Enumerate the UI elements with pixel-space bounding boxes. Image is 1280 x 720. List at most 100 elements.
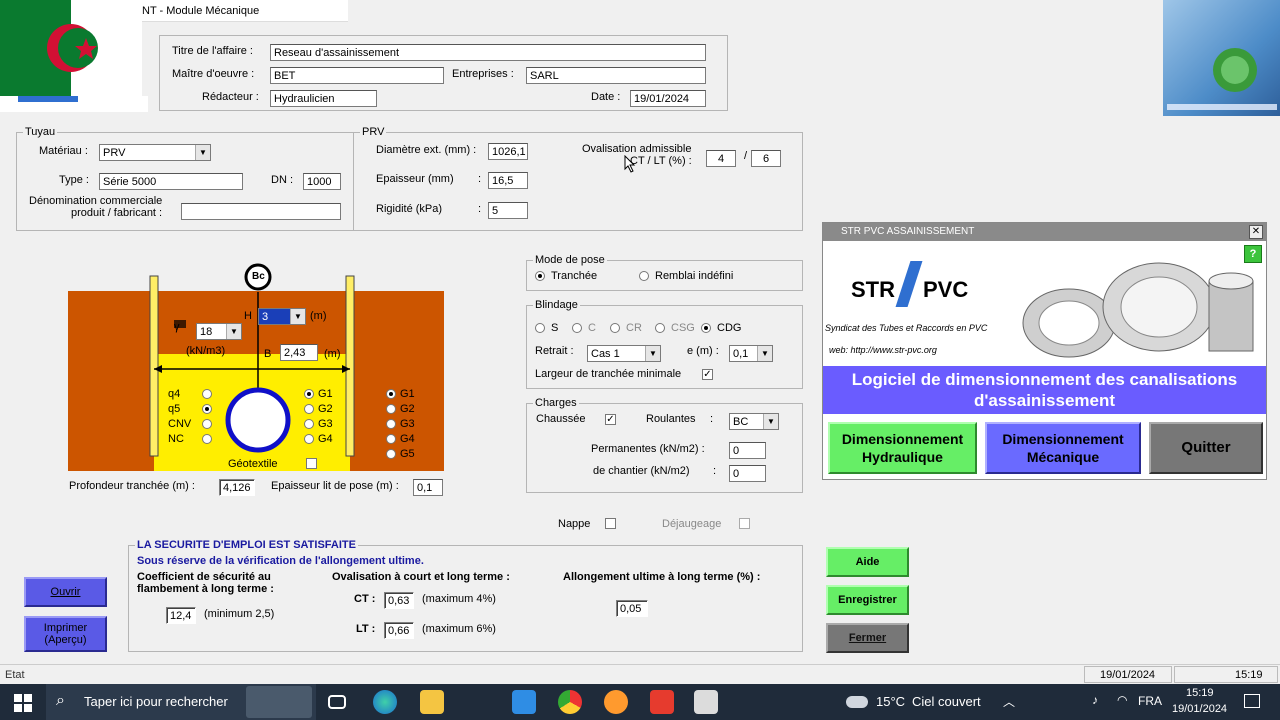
mail-icon[interactable] [512, 690, 536, 714]
radio-mid-g4[interactable] [304, 434, 314, 444]
chaussee-checkbox[interactable]: ✓ [605, 414, 616, 425]
radio-cdg[interactable] [701, 323, 711, 333]
taskbar-time[interactable]: 15:19 [1186, 687, 1214, 699]
option-cdg[interactable]: CDG [701, 322, 745, 336]
radio-nc[interactable] [202, 434, 212, 444]
permanentes-field[interactable]: 0 [729, 442, 766, 459]
chantier-field[interactable]: 0 [729, 465, 766, 482]
chrome-icon[interactable] [558, 690, 582, 714]
option-mid-g4[interactable]: G4 [304, 433, 338, 447]
e-select[interactable]: 0,1 ▼ [729, 345, 773, 362]
dimensionnement-hydraulique-button[interactable]: Dimensionnement Hydraulique [828, 422, 977, 474]
type-field[interactable]: Série 5000 [99, 173, 243, 190]
network-icon[interactable]: ◠ [1117, 693, 1127, 707]
option-q4[interactable]: q4 [168, 388, 214, 402]
chevron-down-icon[interactable]: ▼ [763, 414, 778, 429]
nappe-checkbox[interactable] [605, 518, 616, 529]
option-c[interactable]: C [572, 322, 602, 336]
quitter-button[interactable]: Quitter [1149, 422, 1263, 474]
radio-q5[interactable] [202, 404, 212, 414]
close-icon[interactable]: ✕ [1249, 225, 1263, 239]
chevron-down-icon[interactable]: ▼ [290, 309, 305, 324]
option-mid-g3[interactable]: G3 [304, 418, 338, 432]
radio-c[interactable] [572, 323, 582, 333]
dejaugeage-checkbox[interactable] [739, 518, 750, 529]
option-s[interactable]: S [535, 322, 565, 336]
radio-right-g2[interactable] [386, 404, 396, 414]
file-explorer-icon[interactable] [420, 690, 444, 714]
date-field[interactable]: 19/01/2024 [630, 90, 706, 107]
notification-icon[interactable] [1244, 694, 1260, 708]
option-mid-g1[interactable]: G1 [304, 388, 338, 402]
denom-field[interactable] [181, 203, 341, 220]
radio-right-g1[interactable] [386, 389, 396, 399]
titre-field[interactable]: Reseau d'assainissement [270, 44, 706, 61]
app-red-icon[interactable] [650, 690, 674, 714]
radio-q4[interactable] [202, 389, 212, 399]
chevron-up-icon[interactable]: ︿ [1003, 693, 1015, 710]
taskbar-search[interactable]: ⌕ Taper ici pour rechercher [46, 684, 316, 720]
fermer-button[interactable]: Fermer [826, 623, 909, 653]
radio-right-g5[interactable] [386, 449, 396, 459]
epaisseur-field[interactable]: 16,5 [488, 172, 528, 189]
materiau-select[interactable]: PRV ▼ [99, 144, 211, 161]
option-cnv[interactable]: CNV [168, 418, 214, 432]
radio-cr[interactable] [610, 323, 620, 333]
maitre-field[interactable]: BET [270, 67, 444, 84]
radio-right-g3[interactable] [386, 419, 396, 429]
roulantes-select[interactable]: BC ▼ [729, 413, 779, 430]
dimensionnement-mecanique-button[interactable]: Dimensionnement Mécanique [985, 422, 1141, 474]
option-q5[interactable]: q5 [168, 403, 214, 417]
redacteur-field[interactable]: Hydraulicien [270, 90, 377, 107]
radio-mid-g1[interactable] [304, 389, 314, 399]
radio-csg[interactable] [655, 323, 665, 333]
enregistrer-button[interactable]: Enregistrer [826, 585, 909, 615]
ovalisation-ct-field[interactable]: 4 [706, 150, 736, 167]
retrait-select[interactable]: Cas 1 ▼ [587, 345, 661, 362]
option-csg[interactable]: CSG [655, 322, 699, 336]
aide-button[interactable]: Aide [826, 547, 909, 577]
option-right-g4[interactable]: G4 [386, 433, 420, 447]
radio-s[interactable] [535, 323, 545, 333]
chevron-down-icon[interactable]: ▼ [757, 346, 772, 361]
radio-right-g4[interactable] [386, 434, 396, 444]
largeur-checkbox[interactable]: ✓ [702, 369, 713, 380]
epaisseur-lit-field[interactable]: 0,1 [413, 479, 443, 496]
radio-mid-g3[interactable] [304, 419, 314, 429]
taskbar-date[interactable]: 19/01/2024 [1172, 703, 1227, 715]
task-view-icon[interactable] [328, 695, 346, 709]
option-remblai[interactable]: Remblai indéfini [639, 270, 759, 284]
option-mid-g2[interactable]: G2 [304, 403, 338, 417]
option-cr[interactable]: CR [610, 322, 650, 336]
active-app-icon[interactable] [694, 690, 718, 714]
geotextile-checkbox[interactable] [306, 458, 317, 469]
option-tranchee[interactable]: Tranchée [535, 270, 615, 284]
edge-icon[interactable] [373, 690, 397, 714]
volume-icon[interactable]: ♪ [1092, 693, 1098, 707]
chevron-down-icon[interactable]: ▼ [195, 145, 210, 160]
ovalisation-lt-field[interactable]: 6 [751, 150, 781, 167]
ouvrir-button[interactable]: Ouvrir [24, 577, 107, 607]
radio-mid-g2[interactable] [304, 404, 314, 414]
radio-tranchee[interactable] [535, 271, 545, 281]
option-nc[interactable]: NC [168, 433, 214, 447]
radio-remblai[interactable] [639, 271, 649, 281]
rigidite-field[interactable]: 5 [488, 202, 528, 219]
app-icon[interactable] [604, 690, 628, 714]
chevron-down-icon[interactable]: ▼ [645, 346, 660, 361]
entreprises-field[interactable]: SARL [526, 67, 706, 84]
dn-field[interactable]: 1000 [303, 173, 341, 190]
option-right-g2[interactable]: G2 [386, 403, 420, 417]
b-field[interactable]: 2,43 [280, 344, 318, 361]
windows-start-icon[interactable] [14, 694, 32, 712]
gamma-select[interactable]: 18 ▼ [196, 323, 242, 340]
option-right-g1[interactable]: G1 [386, 388, 420, 402]
diametre-field[interactable]: 1026,1 [488, 143, 528, 160]
radio-cnv[interactable] [202, 419, 212, 429]
imprimer-button[interactable]: Imprimer (Aperçu) [24, 616, 107, 652]
taskbar-lang[interactable]: FRA [1138, 694, 1162, 708]
option-right-g5[interactable]: G5 [386, 448, 420, 462]
chevron-down-icon[interactable]: ▼ [226, 324, 241, 339]
option-right-g3[interactable]: G3 [386, 418, 420, 432]
h-select[interactable]: 3 ▼ [258, 308, 306, 325]
